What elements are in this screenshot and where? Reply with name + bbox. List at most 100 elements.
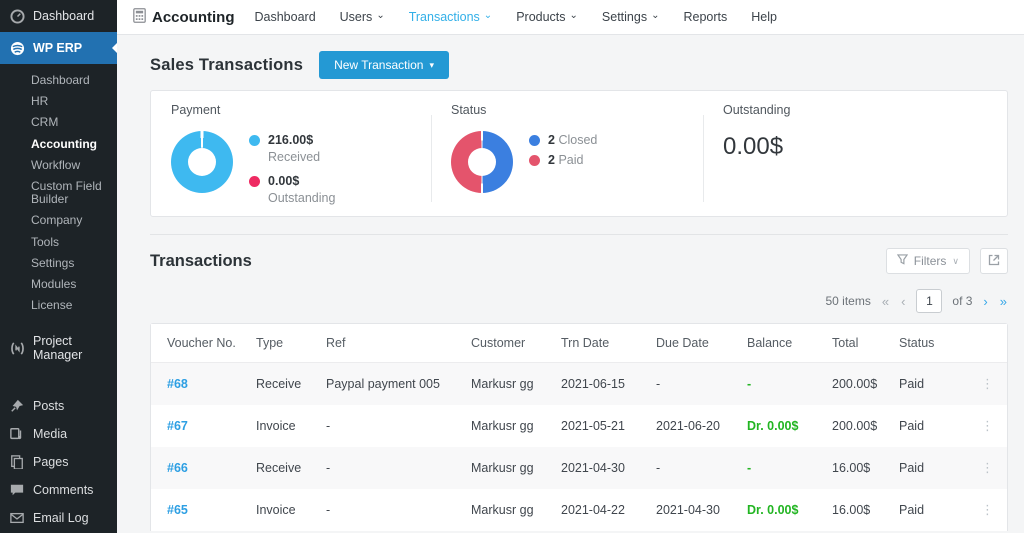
nav-settings[interactable]: Settings⌄ [602, 10, 660, 24]
wp-erp-submenu: Dashboard HR CRM Accounting Workflow Cus… [0, 64, 117, 326]
closed-dot-icon [529, 135, 540, 146]
wp-core-menu: Posts Media Pages Comments [0, 382, 117, 533]
payment-summary: Payment 216.00$Received 0.00$Outstanding [151, 91, 431, 216]
sidebar-item-label: Pages [33, 455, 68, 469]
submenu-item-custom-field-builder[interactable]: Custom Field Builder [0, 176, 117, 210]
chevron-down-icon: ⌄ [484, 10, 492, 21]
sidebar-item-label: Email Log [33, 511, 89, 525]
sidebar-item-email-log[interactable]: Email Log [0, 504, 117, 532]
email-icon [9, 510, 25, 526]
nav-users[interactable]: Users⌄ [340, 10, 385, 24]
submenu-item-tools[interactable]: Tools [0, 232, 117, 253]
app-title: Accounting [133, 8, 235, 27]
submenu-item-modules[interactable]: Modules [0, 274, 117, 295]
chevron-down-icon: ⌄ [570, 10, 578, 21]
col-ref: Ref [326, 336, 471, 350]
filters-button[interactable]: Filters ∨ [886, 248, 970, 274]
export-icon [988, 254, 1000, 269]
submenu-item-hr[interactable]: HR [0, 91, 117, 112]
row-menu-icon[interactable]: ⋮ [971, 463, 995, 473]
sidebar-item-label: Posts [33, 399, 64, 413]
nav-products[interactable]: Products⌄ [516, 10, 578, 24]
sidebar-item-dashboard[interactable]: Dashboard [0, 0, 117, 32]
admin-sidebar: Dashboard WP ERP Dashboard HR CRM Accoun… [0, 0, 117, 533]
voucher-link[interactable]: #65 [167, 503, 256, 517]
legend-outstanding: 0.00$Outstanding [249, 174, 335, 205]
row-menu-icon[interactable]: ⋮ [971, 505, 995, 515]
legend-paid: 2 Paid [529, 153, 597, 167]
paid-dot-icon [529, 155, 540, 166]
table-row: #66 Receive - Markusr gg 2021-04-30 - - … [151, 447, 1007, 489]
legend-received: 216.00$Received [249, 133, 335, 164]
sidebar-separator [0, 370, 117, 382]
accounting-topbar: Accounting Dashboard Users⌄ Transactions… [117, 0, 1024, 35]
sidebar-item-project-manager[interactable]: Project Manager [0, 326, 117, 370]
screen: Dashboard WP ERP Dashboard HR CRM Accoun… [0, 0, 1024, 533]
status-donut-chart [451, 131, 513, 193]
chevron-down-icon: ⌄ [376, 10, 384, 21]
table-row: #67 Invoice - Markusr gg 2021-05-21 2021… [151, 405, 1007, 447]
payment-title: Payment [171, 103, 431, 117]
sidebar-item-label: Media [33, 427, 67, 441]
sidebar-item-comments[interactable]: Comments [0, 476, 117, 504]
voucher-link[interactable]: #66 [167, 461, 256, 475]
sidebar-item-media[interactable]: Media [0, 420, 117, 448]
wp-erp-icon [9, 40, 25, 56]
submenu-item-dashboard[interactable]: Dashboard [0, 70, 117, 91]
submenu-item-workflow[interactable]: Workflow [0, 155, 117, 176]
sidebar-item-pages[interactable]: Pages [0, 448, 117, 476]
voucher-link[interactable]: #67 [167, 419, 256, 433]
comment-icon [9, 482, 25, 498]
col-total: Total [832, 336, 899, 350]
submenu-item-settings[interactable]: Settings [0, 253, 117, 274]
calculator-icon [133, 8, 146, 27]
sidebar-item-wp-erp[interactable]: WP ERP [0, 32, 117, 64]
export-button[interactable] [980, 248, 1008, 274]
nav-dashboard[interactable]: Dashboard [255, 10, 316, 24]
sidebar-item-posts[interactable]: Posts [0, 392, 117, 420]
col-status: Status [899, 336, 971, 350]
sidebar-item-label: Project Manager [33, 334, 109, 362]
items-count: 50 items [825, 294, 870, 308]
page-header: Sales Transactions New Transaction ▾ [150, 50, 1008, 80]
row-menu-icon[interactable]: ⋮ [971, 379, 995, 389]
outstanding-dot-icon [249, 176, 260, 187]
filter-icon [897, 254, 908, 268]
table-row: #68 Receive Paypal payment 005 Markusr g… [151, 363, 1007, 405]
row-menu-icon[interactable]: ⋮ [971, 421, 995, 431]
next-page-button[interactable]: › [982, 294, 988, 309]
outstanding-amount: 0.00$ [723, 133, 1007, 161]
pagination: 50 items « ‹ of 3 › » [150, 288, 1008, 314]
chevron-down-icon: ⌄ [651, 10, 659, 21]
pages-icon [9, 454, 25, 470]
transactions-header: Transactions Filters ∨ [150, 248, 1008, 274]
submenu-item-crm[interactable]: CRM [0, 112, 117, 133]
prev-page-button[interactable]: ‹ [900, 294, 906, 309]
voucher-link[interactable]: #68 [167, 377, 256, 391]
submenu-item-accounting[interactable]: Accounting [0, 134, 117, 155]
nav-help[interactable]: Help [751, 10, 777, 24]
legend-closed: 2 Closed [529, 133, 597, 147]
transactions-title: Transactions [150, 252, 252, 271]
sidebar-item-label: WP ERP [33, 41, 82, 55]
media-icon [9, 426, 25, 442]
col-due-date: Due Date [656, 336, 747, 350]
status-summary: Status 2 Closed 2 Paid [431, 91, 703, 216]
nav-reports[interactable]: Reports [683, 10, 727, 24]
first-page-button[interactable]: « [881, 294, 890, 309]
nav-transactions[interactable]: Transactions⌄ [409, 10, 492, 24]
dashboard-icon [9, 8, 25, 24]
last-page-button[interactable]: » [999, 294, 1008, 309]
main-area: Accounting Dashboard Users⌄ Transactions… [117, 0, 1024, 533]
submenu-item-company[interactable]: Company [0, 210, 117, 231]
submenu-item-license[interactable]: License [0, 295, 117, 316]
outstanding-title: Outstanding [723, 103, 1007, 117]
project-manager-icon [9, 340, 25, 356]
new-transaction-button[interactable]: New Transaction ▾ [319, 51, 449, 79]
transactions-table: Voucher No. Type Ref Customer Trn Date D… [150, 323, 1008, 531]
section-divider [150, 234, 1008, 235]
chevron-down-icon: ∨ [952, 256, 959, 267]
status-title: Status [451, 103, 703, 117]
pin-icon [9, 398, 25, 414]
page-number-input[interactable] [916, 289, 942, 313]
